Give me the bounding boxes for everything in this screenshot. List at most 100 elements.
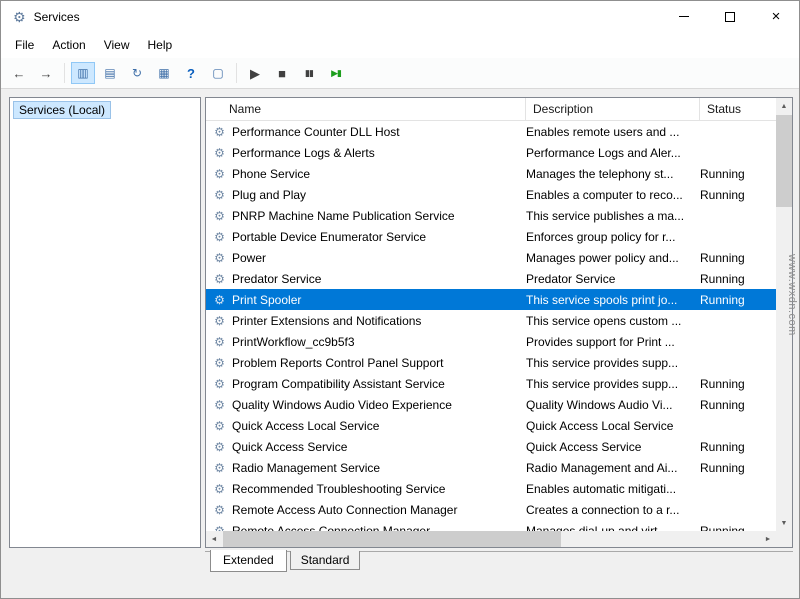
menu-item-view[interactable]: View	[95, 32, 139, 58]
service-row[interactable]: ⚙Problem Reports Control Panel SupportTh…	[206, 352, 776, 373]
service-row[interactable]: ⚙Predator ServicePredator ServiceRunning	[206, 268, 776, 289]
service-description: This service provides supp...	[519, 377, 693, 391]
service-description: Manages the telephony st...	[519, 167, 693, 181]
service-description: Enables a computer to reco...	[519, 188, 693, 202]
scroll-up-icon[interactable]: ▲	[776, 98, 792, 114]
service-gear-icon: ⚙	[212, 126, 227, 138]
service-name: Problem Reports Control Panel Support	[227, 356, 519, 370]
service-description: This service provides supp...	[519, 356, 693, 370]
restart-service-icon[interactable]: ▶▮	[324, 62, 348, 84]
show-console-tree-icon[interactable]: ▥	[71, 62, 95, 84]
service-row[interactable]: ⚙PNRP Machine Name Publication ServiceTh…	[206, 205, 776, 226]
service-name: Performance Logs & Alerts	[227, 146, 519, 160]
title-bar: ⚙ Services ×	[1, 1, 799, 32]
column-header-name[interactable]: Name	[206, 98, 526, 120]
service-description: Manages dial-up and virt...	[519, 524, 693, 532]
column-header-status[interactable]: Status	[700, 98, 776, 120]
service-row[interactable]: ⚙Print SpoolerThis service spools print …	[206, 289, 776, 310]
service-name: Quick Access Service	[227, 440, 519, 454]
properties-icon[interactable]: ▤	[98, 62, 122, 84]
tab-standard[interactable]: Standard	[290, 551, 361, 570]
service-name: PrintWorkflow_cc9b5f3	[227, 335, 519, 349]
start-service-icon[interactable]: ▶	[243, 62, 267, 84]
service-row[interactable]: ⚙Phone ServiceManages the telephony st..…	[206, 163, 776, 184]
service-description: Enables remote users and ...	[519, 125, 693, 139]
service-status: Running	[693, 440, 776, 454]
scroll-left-icon[interactable]: ◄	[206, 531, 222, 547]
service-gear-icon: ⚙	[212, 168, 227, 180]
console-tree-panel: Services (Local)	[9, 97, 201, 548]
service-row[interactable]: ⚙Quick Access ServiceQuick Access Servic…	[206, 436, 776, 457]
service-gear-icon: ⚙	[212, 420, 227, 432]
service-row[interactable]: ⚙PrintWorkflow_cc9b5f3Provides support f…	[206, 331, 776, 352]
service-name: Quality Windows Audio Video Experience	[227, 398, 519, 412]
service-row[interactable]: ⚙Remote Access Connection ManagerManages…	[206, 520, 776, 531]
service-row[interactable]: ⚙Plug and PlayEnables a computer to reco…	[206, 184, 776, 205]
service-row[interactable]: ⚙Performance Logs & AlertsPerformance Lo…	[206, 142, 776, 163]
minimize-button[interactable]	[661, 1, 707, 32]
service-status: Running	[693, 524, 776, 532]
help-icon[interactable]: ?	[179, 62, 203, 84]
toolbar: ←→ ▥▤↻▦?▢ ▶■▮▮▶▮	[1, 58, 799, 89]
service-status: Running	[693, 272, 776, 286]
service-row[interactable]: ⚙Remote Access Auto Connection ManagerCr…	[206, 499, 776, 520]
service-gear-icon: ⚙	[212, 441, 227, 453]
service-name: PNRP Machine Name Publication Service	[227, 209, 519, 223]
service-gear-icon: ⚙	[212, 273, 227, 285]
service-row[interactable]: ⚙Radio Management ServiceRadio Managemen…	[206, 457, 776, 478]
toolbar-separator	[64, 63, 65, 83]
service-row[interactable]: ⚙Printer Extensions and NotificationsThi…	[206, 310, 776, 331]
tab-extended[interactable]: Extended	[210, 550, 287, 572]
service-gear-icon: ⚙	[212, 294, 227, 306]
scroll-right-icon[interactable]: ►	[760, 531, 776, 547]
service-status: Running	[693, 251, 776, 265]
stop-service-icon[interactable]: ■	[270, 62, 294, 84]
tree-item-services-local[interactable]: Services (Local)	[13, 101, 111, 119]
refresh-icon[interactable]: ↻	[125, 62, 149, 84]
service-row[interactable]: ⚙PowerManages power policy and...Running	[206, 247, 776, 268]
menu-item-help[interactable]: Help	[139, 32, 182, 58]
horizontal-scrollbar[interactable]: ◄ ►	[206, 531, 776, 547]
service-row[interactable]: ⚙Quality Windows Audio Video ExperienceQ…	[206, 394, 776, 415]
window-title: Services	[34, 10, 80, 24]
menu-bar: FileActionViewHelp	[1, 32, 799, 58]
export-list-icon[interactable]: ▦	[152, 62, 176, 84]
horizontal-scroll-thumb[interactable]	[223, 531, 561, 547]
menu-item-file[interactable]: File	[6, 32, 43, 58]
maximize-button[interactable]	[707, 1, 753, 32]
column-header-description[interactable]: Description	[526, 98, 700, 120]
menu-item-action[interactable]: Action	[43, 32, 94, 58]
service-status: Running	[693, 461, 776, 475]
show-action-pane-icon[interactable]: ▢	[206, 62, 230, 84]
vertical-scroll-thumb[interactable]	[776, 115, 792, 207]
close-button[interactable]: ×	[753, 1, 799, 32]
service-gear-icon: ⚙	[212, 504, 227, 516]
service-row[interactable]: ⚙Portable Device Enumerator ServiceEnfor…	[206, 226, 776, 247]
scroll-down-icon[interactable]: ▼	[776, 515, 792, 531]
service-gear-icon: ⚙	[212, 315, 227, 327]
service-status: Running	[693, 398, 776, 412]
service-gear-icon: ⚙	[212, 189, 227, 201]
forward-icon[interactable]: →	[34, 62, 58, 84]
service-name: Printer Extensions and Notifications	[227, 314, 519, 328]
service-row[interactable]: ⚙Performance Counter DLL HostEnables rem…	[206, 121, 776, 142]
services-app-gear-icon: ⚙	[13, 10, 26, 24]
service-gear-icon: ⚙	[212, 462, 227, 474]
service-description: Provides support for Print ...	[519, 335, 693, 349]
service-row[interactable]: ⚙Quick Access Local ServiceQuick Access …	[206, 415, 776, 436]
service-gear-icon: ⚙	[212, 483, 227, 495]
service-name: Program Compatibility Assistant Service	[227, 377, 519, 391]
service-description: Predator Service	[519, 272, 693, 286]
minimize-icon	[679, 16, 689, 17]
service-row[interactable]: ⚙Program Compatibility Assistant Service…	[206, 373, 776, 394]
toolbar-separator	[236, 63, 237, 83]
service-gear-icon: ⚙	[212, 378, 227, 390]
service-name: Print Spooler	[227, 293, 519, 307]
service-row[interactable]: ⚙Recommended Troubleshooting ServiceEnab…	[206, 478, 776, 499]
back-icon[interactable]: ←	[7, 62, 31, 84]
service-description: This service publishes a ma...	[519, 209, 693, 223]
service-description: Performance Logs and Aler...	[519, 146, 693, 160]
service-name: Phone Service	[227, 167, 519, 181]
service-name: Portable Device Enumerator Service	[227, 230, 519, 244]
pause-service-icon[interactable]: ▮▮	[297, 62, 321, 84]
